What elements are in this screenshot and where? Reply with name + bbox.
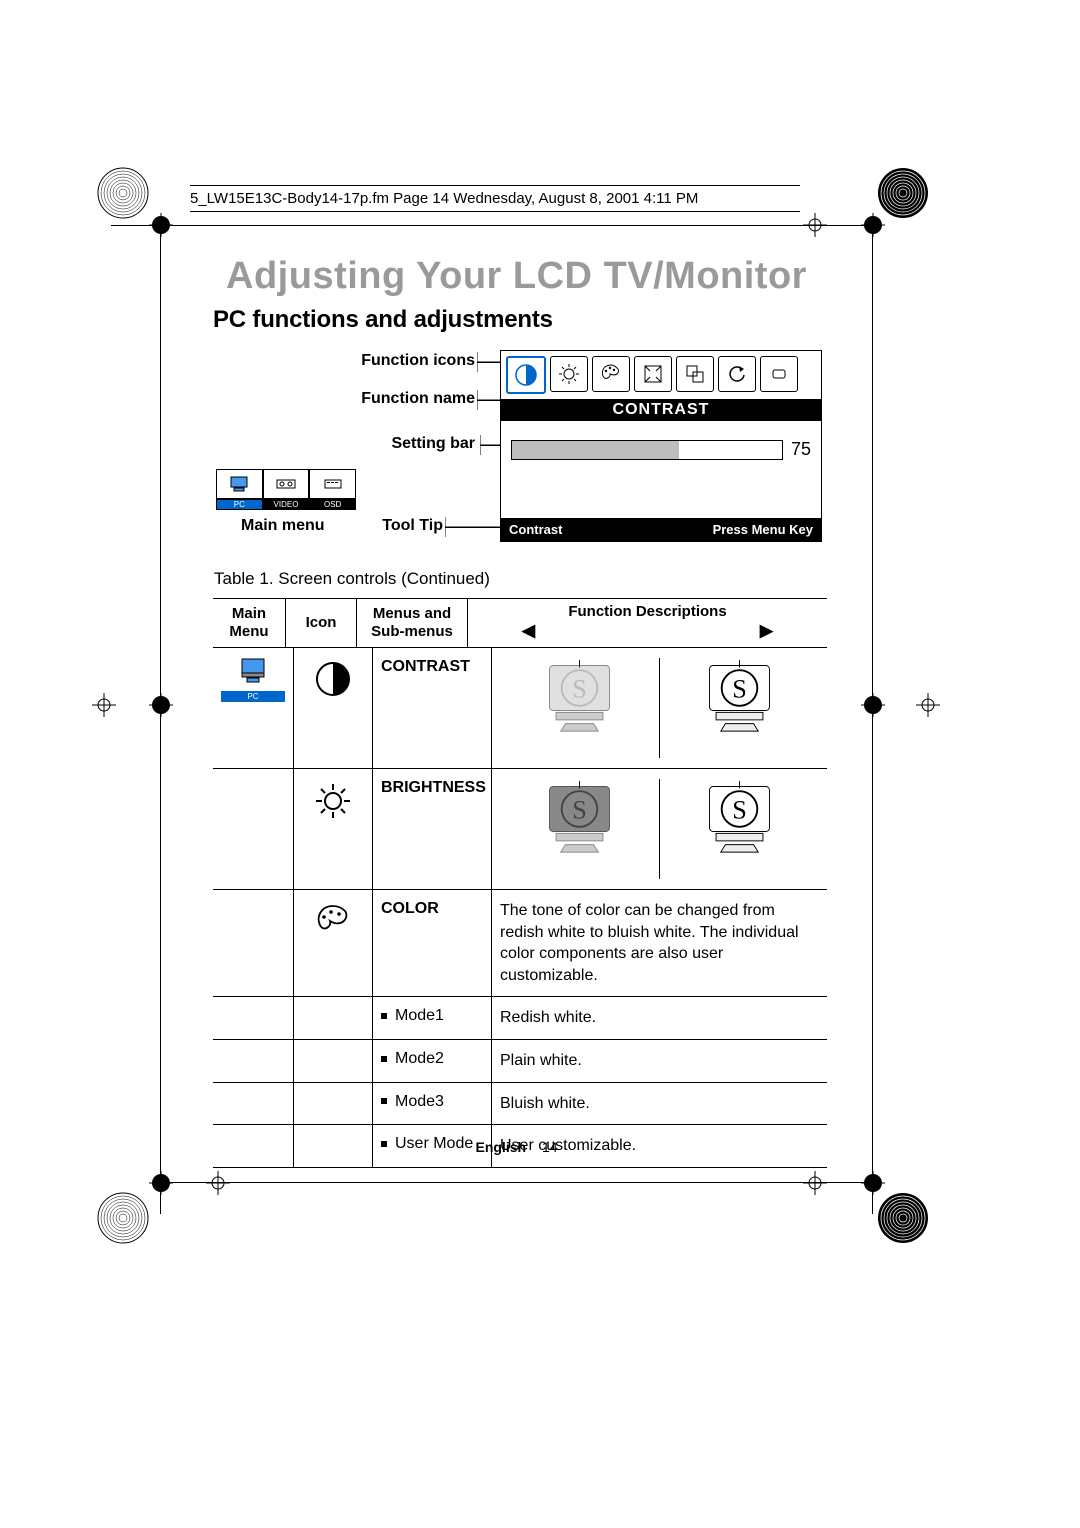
regmark-crosshair-icon [206, 1171, 230, 1195]
color-icon [592, 356, 630, 392]
arrow-right-icon: ▶ [760, 621, 773, 641]
th-desc: Function Descriptions [472, 603, 823, 621]
tab-label-osd: OSD [309, 499, 356, 510]
tab-label-pc: PC [216, 499, 263, 510]
regmark-crosshair-icon [149, 1171, 173, 1195]
monitor-dark-icon: S [542, 779, 617, 854]
label-function-name: Function name [310, 390, 475, 408]
slider-fill [512, 441, 679, 459]
contrast-icon [506, 356, 546, 394]
position-icon [634, 356, 672, 392]
bullet-icon [381, 1013, 387, 1019]
slider-track [511, 440, 783, 460]
osd-setting-bar: 75 [501, 421, 821, 470]
svg-text:S: S [572, 795, 587, 824]
menu-label: BRIGHTNESS [373, 769, 492, 889]
section-heading: PC functions and adjustments [213, 306, 553, 334]
osd-tab-icon [309, 469, 356, 499]
osd-value: 75 [791, 439, 811, 460]
image-lock-icon [676, 356, 714, 392]
misc-icon [760, 356, 798, 392]
color-description: The tone of color can be changed from re… [492, 890, 827, 996]
pc-tab-icon [216, 469, 263, 499]
osd-tooltip-bar: Contrast Press Menu Key [501, 518, 821, 541]
svg-text:S: S [732, 795, 747, 824]
desc-monitor-images: S S [492, 648, 827, 768]
label-setting-bar: Setting bar [310, 435, 475, 453]
table-caption: Table 1. Screen controls (Continued) [214, 569, 490, 589]
monitor-high-icon: S [702, 658, 777, 733]
file-header: 5_LW15E13C-Body14-17p.fm Page 14 Wednesd… [190, 185, 800, 212]
monitor-bright-icon: S [702, 779, 777, 854]
submenu-label: Mode3 [373, 1083, 492, 1125]
contrast-icon [294, 648, 373, 768]
regmark-target-icon [876, 1191, 931, 1246]
submenu-label: Mode2 [373, 1040, 492, 1082]
crop-line-bottom [160, 1182, 873, 1183]
main-menu-caption: Main menu [241, 517, 325, 535]
leader-line [445, 527, 500, 528]
footer-page: 14 [542, 1139, 558, 1155]
svg-text:S: S [732, 674, 747, 703]
crop-line-left [160, 225, 161, 1214]
brightness-icon [294, 769, 373, 889]
brightness-icon [550, 356, 588, 392]
mode2-desc: Plain white. [492, 1040, 827, 1082]
regmark-crosshair-icon [803, 213, 827, 237]
tab-label-video: VIDEO [263, 499, 310, 510]
label-function-icons: Function icons [310, 352, 475, 370]
crop-line-top [111, 225, 873, 226]
page-footer: English 14 [160, 1139, 873, 1155]
pc-main-menu-icon: PC [213, 648, 294, 768]
crop-line-right [872, 225, 873, 1214]
bullet-icon [381, 1098, 387, 1104]
regmark-crosshair-icon [803, 1171, 827, 1195]
regmark-target-icon [96, 166, 151, 221]
regmark-crosshair-icon [861, 693, 885, 717]
regmark-target-icon [96, 1191, 151, 1246]
osd-panel: CONTRAST 75 Contrast Press Menu Key [500, 350, 822, 542]
bullet-icon [381, 1056, 387, 1062]
footer-lang: English [475, 1139, 526, 1155]
pc-label: PC [221, 691, 285, 702]
mode1-desc: Redish white. [492, 997, 827, 1039]
osd-tooltip-left: Contrast [509, 522, 562, 537]
video-tab-icon [263, 469, 310, 499]
menu-label: CONTRAST [373, 648, 492, 768]
controls-table: Main Menu Icon Menus and Sub-menus Funct… [213, 598, 827, 1168]
monitor-low-icon: S [542, 658, 617, 733]
page-title: Adjusting Your LCD TV/Monitor [160, 255, 873, 298]
regmark-crosshair-icon [92, 693, 116, 717]
regmark-crosshair-icon [149, 213, 173, 237]
osd-function-name: CONTRAST [501, 399, 821, 421]
label-tool-tip: Tool Tip [373, 517, 443, 535]
menu-label: COLOR [373, 890, 492, 996]
color-icon [294, 890, 373, 996]
table-header: Main Menu Icon Menus and Sub-menus Funct… [213, 599, 827, 648]
arrow-left-icon: ◀ [522, 621, 535, 641]
regmark-crosshair-icon [149, 693, 173, 717]
main-menu-panel: PC VIDEO OSD [216, 469, 356, 510]
svg-text:S: S [572, 674, 587, 703]
th-main-menu: Main Menu [213, 599, 286, 647]
mode3-desc: Bluish white. [492, 1083, 827, 1125]
osd-function-icons-row [501, 351, 821, 399]
reset-icon [718, 356, 756, 392]
regmark-crosshair-icon [861, 213, 885, 237]
submenu-label: Mode1 [373, 997, 492, 1039]
th-menus: Menus and Sub-menus [357, 599, 468, 647]
desc-monitor-images: S S [492, 769, 827, 889]
regmark-crosshair-icon [916, 693, 940, 717]
regmark-crosshair-icon [861, 1171, 885, 1195]
th-icon: Icon [286, 599, 357, 647]
osd-tooltip-right: Press Menu Key [713, 522, 813, 537]
